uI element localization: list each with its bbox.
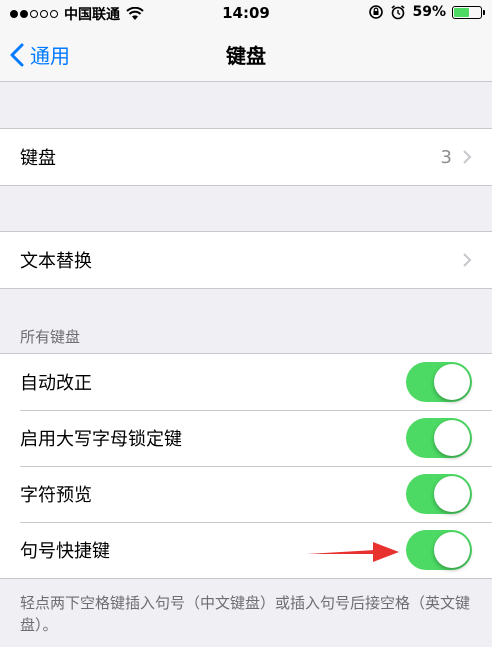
setting-row-character-preview: 字符预览 <box>0 466 492 522</box>
keyboards-count: 3 <box>440 146 452 168</box>
setting-row-auto-correct: 自动改正 <box>0 354 492 410</box>
setting-label: 自动改正 <box>20 373 92 394</box>
status-bar: 中国联通 14:09 59% <box>0 0 492 28</box>
battery-icon <box>452 5 485 19</box>
keyboards-group: 键盘 3 <box>0 128 492 186</box>
setting-row-caps-lock: 启用大写字母锁定键 <box>0 410 492 466</box>
period-shortcut-toggle[interactable] <box>406 530 472 570</box>
chevron-right-icon <box>463 253 472 267</box>
setting-row-period-shortcut: 句号快捷键 <box>0 522 492 578</box>
text-replacement-label: 文本替换 <box>20 251 92 272</box>
rotation-lock-icon <box>369 5 384 19</box>
battery-level <box>454 7 470 17</box>
alarm-icon <box>391 5 406 20</box>
text-replacement-group: 文本替换 <box>0 231 492 289</box>
caps-lock-toggle[interactable] <box>406 418 472 458</box>
auto-correct-toggle[interactable] <box>406 362 472 402</box>
text-replacement-row[interactable]: 文本替换 <box>0 232 492 288</box>
red-arrow-annotation <box>307 542 399 562</box>
setting-label: 启用大写字母锁定键 <box>20 429 182 450</box>
keyboards-label: 键盘 <box>20 148 56 169</box>
footer-description: 轻点两下空格键插入句号（中文键盘）或插入句号后接空格（英文键盘）。 <box>20 594 471 634</box>
all-keyboards-group: 自动改正 启用大写字母锁定键 字符预览 句号快捷键 <box>0 353 492 579</box>
section-header-all-keyboards: 所有键盘 <box>20 328 81 346</box>
navigation-bar: 通用 键盘 <box>0 28 492 82</box>
chevron-right-icon <box>463 150 472 164</box>
battery-percent: 59% <box>412 4 446 20</box>
setting-label: 字符预览 <box>20 485 92 506</box>
page-title: 键盘 <box>226 44 266 68</box>
character-preview-toggle[interactable] <box>406 474 472 514</box>
keyboards-row[interactable]: 键盘 3 <box>0 129 492 185</box>
status-right: 59% <box>368 4 485 20</box>
